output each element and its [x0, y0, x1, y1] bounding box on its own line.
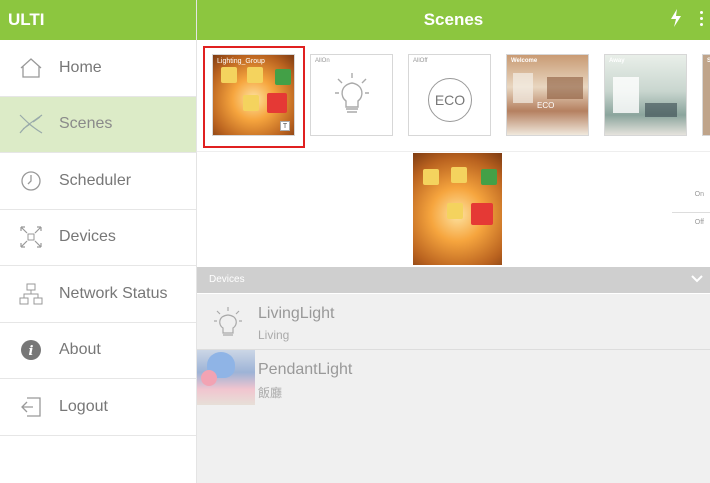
light-tile [275, 69, 291, 85]
sidebar-item-label: Home [59, 58, 102, 76]
sidebar-item-scheduler[interactable]: Scheduler [0, 153, 196, 210]
sidebar-item-label: Devices [59, 228, 116, 246]
desk-shape [645, 103, 677, 117]
scene-all-off[interactable]: AllOff ECO [408, 54, 491, 136]
light-tile [243, 95, 259, 111]
devices-section-header[interactable]: Devices [197, 267, 710, 293]
sidebar-item-label: Scenes [59, 115, 113, 133]
chevron-down-icon[interactable] [690, 273, 704, 286]
app-brand: ULTI [0, 0, 196, 40]
overflow-menu-icon[interactable] [700, 11, 704, 29]
scene-strip[interactable]: Lighting_Group T AllOn AllOff ECO Welcom… [197, 40, 710, 152]
device-name: PendantLight [258, 361, 353, 378]
network-icon [17, 280, 45, 308]
divider [672, 212, 710, 213]
eco-icon: ECO [428, 78, 472, 122]
lightbulb-icon [213, 306, 243, 338]
scene-label: Welcome [511, 58, 538, 64]
devices-icon [17, 223, 45, 251]
scene-partial[interactable]: S [702, 54, 710, 136]
logout-icon [17, 393, 45, 421]
scene-label: Away [609, 58, 625, 64]
lightbulb-icon [334, 71, 370, 122]
list-item-device[interactable]: PendantLight 飯廳 [197, 350, 710, 406]
list-item-device[interactable]: LivingLight Living [197, 294, 710, 350]
window-shape [613, 77, 639, 113]
scene-overlay-label: ECO [537, 101, 555, 110]
lightning-icon[interactable] [670, 8, 682, 33]
sidebar-item-logout[interactable]: Logout [0, 379, 196, 436]
light-tile [423, 169, 439, 185]
info-icon: i [17, 336, 45, 364]
scene-label: AllOn [315, 58, 330, 64]
sidebar-item-label: About [59, 341, 101, 359]
top-bar: Scenes [197, 0, 710, 40]
light-tile [267, 93, 287, 113]
window-shape [513, 73, 533, 103]
page-title: Scenes [423, 10, 484, 29]
light-tile [247, 67, 263, 83]
light-tile [471, 203, 493, 225]
svg-text:i: i [29, 344, 34, 359]
devices-header-label: Devices [209, 274, 245, 285]
device-room: Living [258, 328, 290, 342]
light-tile [221, 67, 237, 83]
scene-lighting-group[interactable]: Lighting_Group T [212, 54, 295, 136]
scenes-icon [17, 110, 45, 138]
light-tile [451, 167, 467, 183]
device-thumbnail [197, 350, 255, 406]
sidebar-item-about[interactable]: i About [0, 323, 196, 379]
light-tile [447, 203, 463, 219]
clock-icon [17, 167, 45, 195]
pendant-shape [201, 370, 217, 386]
scene-welcome[interactable]: Welcome ECO [506, 54, 589, 136]
empty-area [197, 405, 710, 483]
scene-preview: On Off [197, 153, 710, 266]
device-name: LivingLight [258, 305, 335, 322]
light-tile [481, 169, 497, 185]
sidebar: ULTI Home Scenes Scheduler Devices Netwo… [0, 0, 197, 483]
sidebar-item-home[interactable]: Home [0, 40, 196, 97]
off-label[interactable]: Off [695, 219, 704, 226]
sidebar-item-scenes[interactable]: Scenes [0, 96, 196, 153]
scene-away[interactable]: Away [604, 54, 687, 136]
scene-label: AllOff [413, 58, 428, 64]
shelf-shape [547, 77, 583, 99]
scene-badge: T [280, 121, 290, 131]
sidebar-item-network-status[interactable]: Network Status [0, 266, 196, 323]
home-icon [17, 54, 45, 82]
scene-all-on[interactable]: AllOn [310, 54, 393, 136]
sidebar-item-devices[interactable]: Devices [0, 210, 196, 266]
scene-label: Lighting_Group [217, 58, 265, 65]
sidebar-item-label: Network Status [59, 284, 168, 302]
sidebar-item-label: Logout [59, 397, 108, 415]
scene-preview-image [413, 153, 502, 265]
sidebar-item-label: Scheduler [59, 171, 132, 189]
device-room: 飯廳 [258, 386, 283, 400]
on-label[interactable]: On [695, 191, 704, 198]
